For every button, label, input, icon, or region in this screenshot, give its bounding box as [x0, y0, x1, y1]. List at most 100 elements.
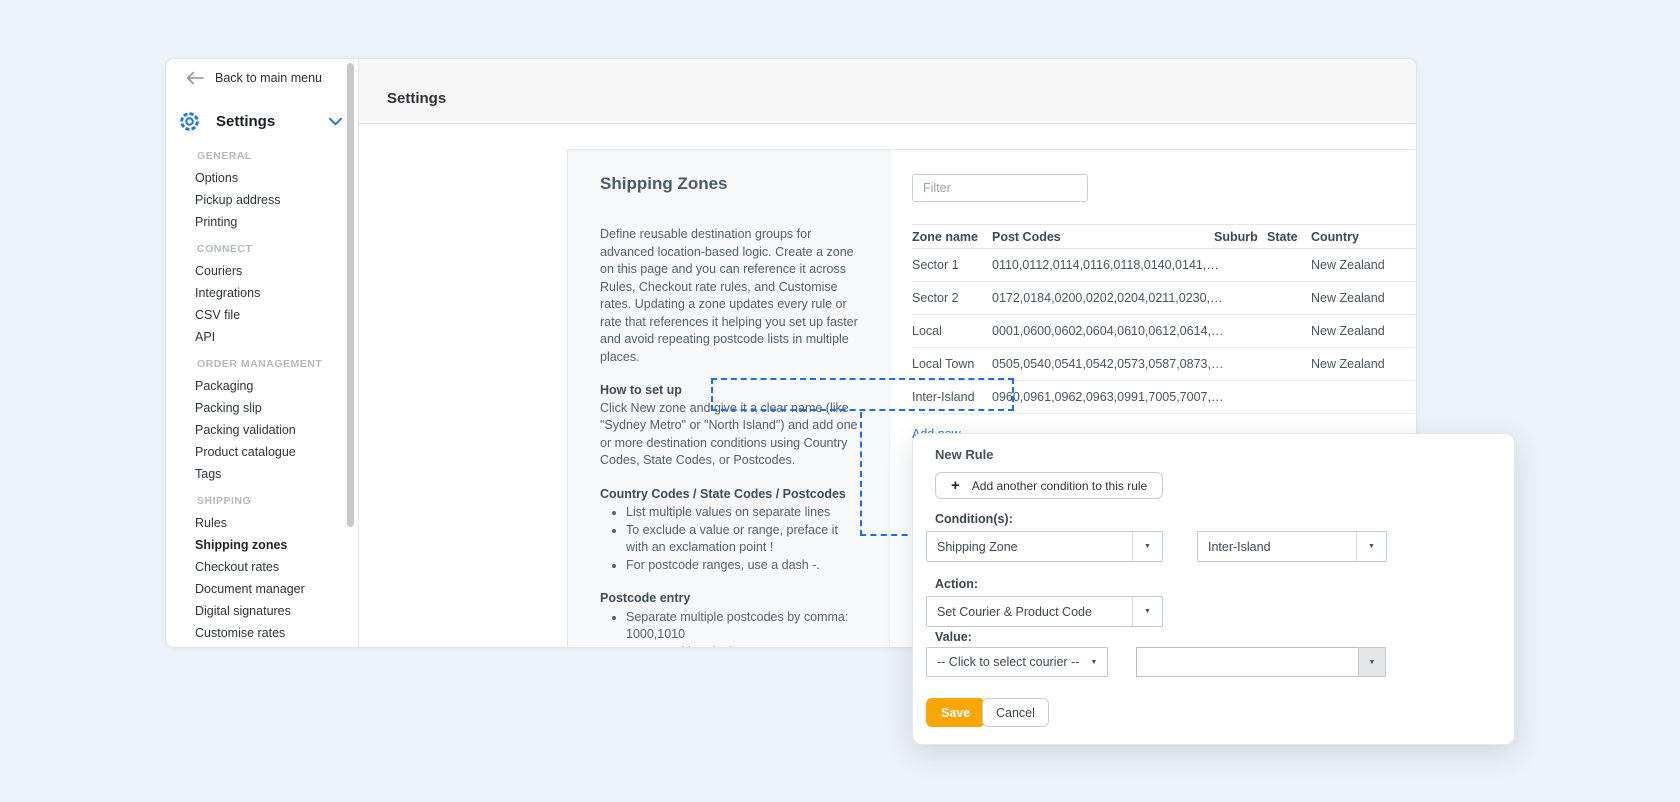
- gear-icon: [178, 110, 201, 133]
- sidebar-item-pickup-address[interactable]: Pickup address: [166, 189, 344, 211]
- post-codes: 0960,0961,0962,0963,0991,7005,7007,…: [992, 390, 1214, 404]
- how-to-set-up-text: Click New zone and give it a clear name …: [600, 400, 859, 470]
- add-condition-button[interactable]: + Add another condition to this rule: [935, 472, 1163, 499]
- col-state: State: [1267, 230, 1311, 244]
- zone-name: Sector 1: [912, 258, 992, 272]
- sidebar: Back to main menu Settings GENERAL Optio…: [166, 59, 358, 647]
- sidebar-item-shipping-zones[interactable]: Shipping zones: [166, 534, 344, 556]
- table-row: Sector 1 0110,0112,0114,0116,0118,0140,0…: [912, 249, 1417, 282]
- codes-bullet: For postcode ranges, use a dash -.: [626, 557, 859, 575]
- dropdown-caret-icon: ▼: [1368, 543, 1375, 550]
- back-label: Back to main menu: [215, 71, 322, 85]
- panel-intro-text: Define reusable destination groups for a…: [600, 226, 859, 366]
- condition-zone-value: Inter-Island: [1198, 540, 1356, 554]
- col-zone-name: Zone name: [912, 230, 992, 244]
- action-select[interactable]: Set Courier & Product Code ▼: [926, 596, 1163, 627]
- postcode-bullet: Ranges with a dash: 2000-2005: [626, 644, 859, 649]
- country: New Zealand: [1311, 357, 1417, 371]
- codes-heading: Country Codes / State Codes / Postcodes: [600, 486, 859, 504]
- sidebar-item-packing-validation[interactable]: Packing validation: [166, 419, 344, 441]
- sidebar-item-integrations[interactable]: Integrations: [166, 282, 344, 304]
- postcode-bullet: Separate multiple postcodes by comma: 10…: [626, 609, 859, 644]
- table-row-inter-island: Inter-Island 0960,0961,0962,0963,0991,70…: [912, 381, 1417, 414]
- nav-section-shipping: SHIPPING: [166, 490, 344, 512]
- sidebar-item-options[interactable]: Options: [166, 167, 344, 189]
- sidebar-item-product-catalogue[interactable]: Product catalogue: [166, 441, 344, 463]
- country: New Zealand: [1311, 258, 1417, 272]
- post-codes: 0001,0600,0602,0604,0610,0612,0614,…: [992, 324, 1214, 338]
- codes-bullet-list: List multiple values on separate lines T…: [600, 504, 859, 574]
- page-title: Settings: [387, 90, 446, 107]
- action-value: Set Courier & Product Code: [927, 605, 1132, 619]
- post-codes: 0505,0540,0541,0542,0573,0587,0873,…: [992, 357, 1214, 371]
- filter-input[interactable]: [912, 174, 1088, 202]
- zone-name: Local Town: [912, 357, 992, 371]
- sidebar-item-csv-file[interactable]: CSV file: [166, 304, 344, 326]
- sidebar-item-checkout-rates[interactable]: Checkout rates: [166, 556, 344, 578]
- condition-type-select[interactable]: Shipping Zone ▼: [926, 531, 1163, 562]
- panel-title: Shipping Zones: [600, 172, 859, 196]
- action-label: Action:: [935, 577, 978, 591]
- how-to-set-up-heading: How to set up: [600, 382, 859, 400]
- table-row: Local Town 0505,0540,0541,0542,0573,0587…: [912, 348, 1417, 381]
- country: New Zealand: [1311, 324, 1417, 338]
- sidebar-item-printing[interactable]: Printing: [166, 211, 344, 233]
- dropdown-arrow: ▼: [1356, 532, 1386, 561]
- conditions-label: Condition(s):: [935, 512, 1013, 526]
- value-label: Value:: [935, 630, 972, 644]
- postcode-entry-heading: Postcode entry: [600, 590, 859, 608]
- dropdown-caret-icon: ▼: [1369, 659, 1376, 666]
- sidebar-item-customise-rates[interactable]: Customise rates: [166, 622, 344, 644]
- postcode-bullet-list: Separate multiple postcodes by comma: 10…: [600, 609, 859, 649]
- value-dropdown-button[interactable]: ▼: [1358, 647, 1386, 677]
- sidebar-scrollbar-thumb[interactable]: [347, 63, 354, 527]
- nav-section-connect: CONNECT: [166, 238, 344, 260]
- page: Back to main menu Settings GENERAL Optio…: [0, 0, 1680, 802]
- sidebar-item-packing-slip[interactable]: Packing slip: [166, 397, 344, 419]
- value-combobox: ▼: [1136, 647, 1386, 677]
- main-header: Settings: [359, 59, 1416, 124]
- zone-name: Local: [912, 324, 992, 338]
- back-to-main-menu-button[interactable]: Back to main menu: [186, 67, 322, 89]
- back-arrow-icon: [186, 71, 204, 85]
- sidebar-item-packaging[interactable]: Packaging: [166, 375, 344, 397]
- courier-placeholder: -- Click to select courier --: [927, 655, 1081, 669]
- dropdown-arrow: ▼: [1081, 648, 1107, 676]
- sidebar-item-api[interactable]: API: [166, 326, 344, 348]
- dropdown-arrow: ▼: [1132, 597, 1162, 626]
- country: New Zealand: [1311, 291, 1417, 305]
- zones-table: Zone name Post Codes Suburb State Countr…: [912, 224, 1417, 414]
- post-codes: 0110,0112,0114,0116,0118,0140,0141,…: [992, 258, 1214, 272]
- new-rule-modal: New Rule + Add another condition to this…: [912, 433, 1515, 745]
- nav-section-order-management: ORDER MANAGEMENT: [166, 353, 344, 375]
- plus-icon: +: [951, 477, 960, 494]
- table-row: Sector 2 0172,0184,0200,0202,0204,0211,0…: [912, 282, 1417, 315]
- save-button[interactable]: Save: [926, 698, 985, 727]
- add-condition-label: Add another condition to this rule: [972, 479, 1147, 493]
- value-input[interactable]: [1136, 647, 1358, 677]
- condition-type-value: Shipping Zone: [927, 540, 1132, 554]
- sidebar-settings-toggle[interactable]: Settings: [178, 103, 342, 139]
- modal-title: New Rule: [935, 447, 994, 462]
- col-suburb: Suburb: [1214, 230, 1267, 244]
- courier-select[interactable]: -- Click to select courier -- ▼: [926, 647, 1108, 677]
- dropdown-caret-icon: ▼: [1144, 608, 1151, 615]
- codes-bullet: To exclude a value or range, preface it …: [626, 522, 859, 557]
- sidebar-item-tags[interactable]: Tags: [166, 463, 344, 485]
- zone-name: Sector 2: [912, 291, 992, 305]
- col-post-codes: Post Codes: [992, 230, 1214, 244]
- sidebar-title: Settings: [216, 113, 275, 130]
- table-header-row: Zone name Post Codes Suburb State Countr…: [912, 224, 1417, 249]
- cancel-button[interactable]: Cancel: [982, 698, 1049, 727]
- sidebar-item-digital-signatures[interactable]: Digital signatures: [166, 600, 344, 622]
- sidebar-item-rules[interactable]: Rules: [166, 512, 344, 534]
- sidebar-item-document-manager[interactable]: Document manager: [166, 578, 344, 600]
- sidebar-item-couriers[interactable]: Couriers: [166, 260, 344, 282]
- condition-zone-select[interactable]: Inter-Island ▼: [1197, 531, 1387, 562]
- post-codes: 0172,0184,0200,0202,0204,0211,0230,…: [992, 291, 1214, 305]
- dropdown-arrow: ▼: [1132, 532, 1162, 561]
- dropdown-caret-icon: ▼: [1091, 659, 1098, 666]
- table-row: Local 0001,0600,0602,0604,0610,0612,0614…: [912, 315, 1417, 348]
- chevron-down-icon: [329, 117, 342, 126]
- col-country: Country: [1311, 230, 1417, 244]
